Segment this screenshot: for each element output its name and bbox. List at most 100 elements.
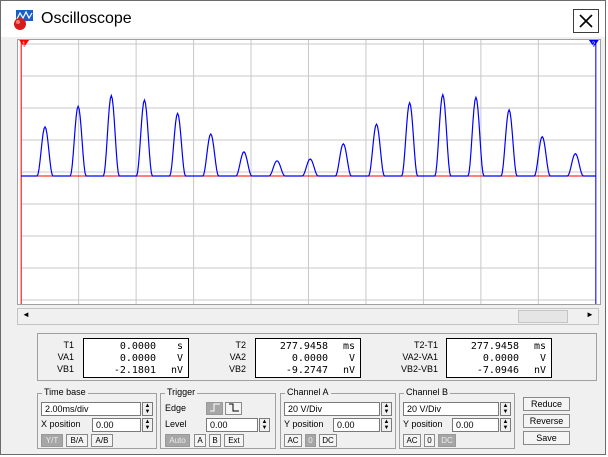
timebase-title: Time base bbox=[42, 387, 88, 397]
timebase-group: Time base 2.00ms/div ▲ ▼ X position 0.00… bbox=[37, 387, 157, 449]
spin-down-icon: ▼ bbox=[383, 409, 390, 415]
x-position-label: X position bbox=[41, 419, 81, 429]
window-title: Oscilloscope bbox=[41, 10, 132, 27]
va2-va1-label: VA2-VA1 bbox=[402, 352, 438, 362]
close-icon bbox=[579, 14, 593, 28]
t1-label: T1 bbox=[63, 340, 74, 350]
edge-label: Edge bbox=[165, 403, 187, 413]
yt-mode-button[interactable]: Y/T bbox=[41, 434, 63, 447]
channel-a-scale-spinner[interactable]: ▲ ▼ bbox=[381, 402, 392, 416]
channel-b-zero-button[interactable]: 0 bbox=[424, 434, 435, 447]
rising-edge-icon bbox=[209, 403, 220, 412]
channel-b-ac-button[interactable]: AC bbox=[403, 434, 421, 447]
vb2-vb1-value: -7.0946 bbox=[476, 365, 519, 376]
channel-a-ypos-field[interactable]: 0.00 bbox=[333, 418, 380, 432]
oscilloscope-app-icon bbox=[14, 10, 33, 30]
trigger-group: Trigger Edge Level 0.00 ▲ ▼ Auto A B Ext bbox=[160, 387, 276, 449]
spin-down-icon: ▼ bbox=[261, 425, 268, 431]
time-scrollbar[interactable]: ◄ ► bbox=[17, 308, 599, 325]
trigger-a-button[interactable]: A bbox=[194, 434, 206, 447]
channel-b-ypos-field[interactable]: 0.00 bbox=[452, 418, 499, 432]
channel-a-ypos-spinner[interactable]: ▲ ▼ bbox=[381, 418, 392, 432]
trigger-level-spinner[interactable]: ▲ ▼ bbox=[259, 418, 270, 432]
t2-t1-unit: ms bbox=[533, 341, 546, 352]
channel-a-zero-button[interactable]: 0 bbox=[305, 434, 316, 447]
scroll-right-icon: ► bbox=[586, 310, 594, 319]
falling-edge-button[interactable] bbox=[225, 402, 242, 415]
trigger-level-field[interactable]: 0.00 bbox=[206, 418, 258, 432]
channel-a-group: Channel A 20 V/Div ▲ ▼ Y position 0.00 ▲… bbox=[280, 387, 396, 449]
channel-b-scale-field[interactable]: 20 V/Div bbox=[403, 402, 499, 416]
scroll-right-button[interactable]: ► bbox=[582, 309, 598, 324]
channel-b-dc-button[interactable]: DC bbox=[438, 434, 456, 447]
oscilloscope-window: Oscilloscope 1 2 ◄ ► T1 VA1 VB1 0.0000 s… bbox=[0, 0, 606, 455]
channel-a-ac-button[interactable]: AC bbox=[284, 434, 302, 447]
channel-b-ypos-label: Y position bbox=[403, 419, 443, 429]
t2-value: 277.9458 bbox=[279, 341, 328, 352]
va2-label: VA2 bbox=[229, 352, 246, 362]
channel-b-scale-spinner[interactable]: ▲ ▼ bbox=[500, 402, 511, 416]
va1-value: 0.0000 bbox=[119, 353, 156, 364]
spin-down-icon: ▼ bbox=[502, 409, 509, 415]
trigger-title: Trigger bbox=[165, 387, 198, 397]
va2-unit: V bbox=[348, 353, 355, 364]
save-button[interactable]: Save bbox=[523, 431, 570, 445]
measurement-panel: T1 VA1 VB1 0.0000 s 0.0000 V -2.1801 nV … bbox=[37, 333, 597, 381]
oscilloscope-screen[interactable]: 1 2 bbox=[17, 39, 601, 305]
vb2-vb1-unit: nV bbox=[533, 365, 546, 376]
trigger-b-button[interactable]: B bbox=[209, 434, 221, 447]
timebase-scale-spinner[interactable]: ▲ ▼ bbox=[142, 402, 153, 416]
vb2-vb1-label: VB2-VB1 bbox=[400, 364, 438, 374]
channel-b-title: Channel B bbox=[404, 387, 451, 397]
vb2-label: VB2 bbox=[228, 364, 246, 374]
t2-label: T2 bbox=[235, 340, 246, 350]
cursor1-readout: 0.0000 s 0.0000 V -2.1801 nV bbox=[83, 338, 189, 378]
close-button[interactable] bbox=[573, 9, 599, 33]
spin-down-icon: ▼ bbox=[144, 409, 151, 415]
va1-label: VA1 bbox=[57, 352, 74, 362]
rising-edge-button[interactable] bbox=[206, 402, 223, 415]
trigger-ext-button[interactable]: Ext bbox=[224, 434, 244, 447]
channel-a-title: Channel A bbox=[285, 387, 331, 397]
spin-down-icon: ▼ bbox=[502, 425, 509, 431]
vb1-value: -2.1801 bbox=[113, 365, 156, 376]
cursor2-readout: 277.9458 ms 0.0000 V -9.2747 nV bbox=[255, 338, 361, 378]
va1-unit: V bbox=[176, 353, 183, 364]
t1-unit: s bbox=[176, 341, 183, 352]
channel-a-ypos-label: Y position bbox=[284, 419, 324, 429]
level-label: Level bbox=[165, 419, 187, 429]
t1-value: 0.0000 bbox=[119, 341, 156, 352]
cursor-2-label: 2 bbox=[592, 42, 595, 48]
scroll-left-button[interactable]: ◄ bbox=[18, 309, 34, 324]
channel-b-ypos-spinner[interactable]: ▲ ▼ bbox=[500, 418, 511, 432]
x-position-spinner[interactable]: ▲ ▼ bbox=[142, 418, 153, 432]
reverse-button[interactable]: Reverse bbox=[523, 414, 570, 428]
scroll-left-icon: ◄ bbox=[22, 310, 30, 319]
ab-mode-button[interactable]: A/B bbox=[91, 434, 113, 447]
spin-down-icon: ▼ bbox=[383, 425, 390, 431]
ba-mode-button[interactable]: B/A bbox=[66, 434, 88, 447]
falling-edge-icon bbox=[228, 403, 239, 412]
va2-value: 0.0000 bbox=[291, 353, 328, 364]
channel-a-dc-button[interactable]: DC bbox=[319, 434, 337, 447]
trigger-auto-button[interactable]: Auto bbox=[165, 434, 190, 447]
vb2-value: -9.2747 bbox=[285, 365, 328, 376]
va2-va1-unit: V bbox=[539, 353, 546, 364]
reduce-button[interactable]: Reduce bbox=[523, 397, 570, 411]
vb1-unit: nV bbox=[170, 365, 183, 376]
title-bar: Oscilloscope bbox=[1, 1, 605, 37]
t2-t1-value: 277.9458 bbox=[470, 341, 519, 352]
channel-a-scale-field[interactable]: 20 V/Div bbox=[284, 402, 380, 416]
vb2-unit: nV bbox=[342, 365, 355, 376]
timebase-scale-field[interactable]: 2.00ms/div bbox=[41, 402, 141, 416]
difference-readout: 277.9458 ms 0.0000 V -7.0946 nV bbox=[446, 338, 552, 378]
t2-unit: ms bbox=[342, 341, 355, 352]
screen-grid bbox=[20, 40, 597, 304]
scroll-thumb[interactable] bbox=[518, 310, 568, 323]
t2-t1-label: T2-T1 bbox=[413, 340, 438, 350]
x-position-field[interactable]: 0.00 bbox=[92, 418, 141, 432]
va2-va1-value: 0.0000 bbox=[482, 353, 519, 364]
vb1-label: VB1 bbox=[56, 364, 74, 374]
channel-b-group: Channel B 20 V/Div ▲ ▼ Y position 0.00 ▲… bbox=[399, 387, 515, 449]
spin-down-icon: ▼ bbox=[144, 425, 151, 431]
